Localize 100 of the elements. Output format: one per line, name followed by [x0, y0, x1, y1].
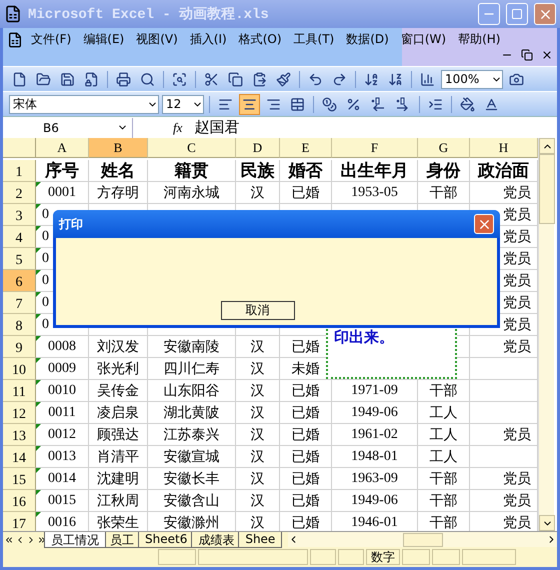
table-cell: 序号 [36, 160, 89, 182]
menu-item[interactable]: 数据(D) [342, 30, 393, 49]
dialog-close-button[interactable] [474, 214, 494, 234]
merge-cells-icon [290, 96, 305, 112]
chart-icon [420, 72, 435, 86]
row-header[interactable]: 17 [3, 512, 36, 531]
workbook-icon [7, 32, 23, 48]
column-header[interactable]: F [332, 138, 418, 158]
menu-item[interactable]: 窗口(W) [396, 30, 450, 49]
table-cell: 0015 [36, 490, 89, 512]
row-header[interactable]: 6 [3, 270, 36, 292]
menu-item[interactable]: 帮助(H) [454, 30, 504, 49]
status-panel [310, 549, 336, 565]
table-cell: 已婚 [280, 468, 332, 490]
table-cell: 籍贯 [148, 160, 236, 182]
column-header[interactable]: E [280, 138, 332, 158]
font-dropdown[interactable]: 宋体 [9, 94, 159, 114]
function-label[interactable]: fx [173, 120, 182, 136]
table-cell: 1948-01 [332, 446, 418, 468]
row-header[interactable]: 10 [3, 358, 36, 380]
row-header[interactable]: 12 [3, 402, 36, 424]
close-button[interactable] [534, 3, 556, 25]
menu-item[interactable]: 文件(F) [27, 30, 76, 49]
table-cell: 0014 [36, 468, 89, 490]
sort-descending-icon [388, 72, 403, 86]
window-title: Microsoft Excel - 动画教程.xls [28, 6, 270, 23]
sort-ascending-icon [364, 72, 379, 86]
table-cell: 汉 [236, 358, 280, 380]
save-icon [60, 72, 75, 86]
status-panel [402, 549, 430, 565]
copy-icon [228, 72, 243, 86]
row-header[interactable]: 4 [3, 226, 36, 248]
table-cell: 张光利 [89, 358, 148, 380]
row-header[interactable]: 13 [3, 424, 36, 446]
undo-icon [308, 72, 323, 86]
status-panel [432, 549, 460, 565]
column-header[interactable]: B [89, 138, 148, 158]
spreadsheet-icon [4, 5, 22, 23]
table-cell: 1953-05 [332, 182, 418, 204]
restore-icon [521, 49, 533, 61]
zoom-dropdown[interactable]: 100% [441, 70, 503, 88]
camera-icon [509, 72, 524, 86]
table-cell: 干部 [418, 468, 470, 490]
row-header[interactable]: 11 [3, 380, 36, 402]
column-header[interactable]: H [470, 138, 538, 158]
table-cell: 0013 [36, 446, 89, 468]
column-header[interactable]: D [236, 138, 280, 158]
menu-item[interactable]: 视图(V) [132, 30, 182, 49]
table-cell: 四川仁寿 [148, 358, 236, 380]
vertical-scrollbar[interactable] [538, 138, 554, 531]
sheet-tab[interactable]: Shee [238, 532, 282, 548]
horizontal-scrollbar[interactable] [288, 532, 557, 548]
scroll-down-button[interactable] [539, 515, 555, 531]
row-header[interactable]: 3 [3, 204, 36, 226]
table-cell: 出生年月 [332, 160, 418, 182]
table-cell: 干部 [418, 182, 470, 204]
menu-item[interactable]: 编辑(E) [79, 30, 128, 49]
column-header[interactable]: C [148, 138, 236, 158]
table-cell: 方存明 [89, 182, 148, 204]
cancel-button[interactable]: 取消 [220, 301, 294, 320]
row-header[interactable]: 2 [3, 182, 36, 204]
folder-icon [36, 72, 51, 86]
row-header[interactable]: 7 [3, 292, 36, 314]
row-header[interactable]: 5 [3, 248, 36, 270]
table-cell: 工人 [418, 424, 470, 446]
row-header[interactable]: 9 [3, 336, 36, 358]
table-cell: 汉 [236, 468, 280, 490]
table-cell: 河南永城 [148, 182, 236, 204]
table-cell: 汉 [236, 182, 280, 204]
row-header[interactable]: 8 [3, 314, 36, 336]
table-cell: 0010 [36, 380, 89, 402]
menu-item[interactable]: 工具(T) [290, 30, 338, 49]
table-cell: 汉 [236, 446, 280, 468]
row-header[interactable]: 14 [3, 446, 36, 468]
scroll-thumb[interactable] [402, 532, 443, 546]
scroll-up-button[interactable] [539, 138, 555, 154]
formula-field[interactable]: 赵国君 [194, 118, 240, 137]
row-header[interactable]: 15 [3, 468, 36, 490]
align-left-icon [218, 96, 233, 112]
align-center-button[interactable] [239, 94, 260, 114]
menu-item[interactable]: 插入(I) [186, 30, 231, 49]
printer-icon [116, 72, 131, 86]
column-header[interactable]: G [418, 138, 470, 158]
scroll-thumb[interactable] [539, 154, 555, 224]
sheet-tab[interactable]: 员工情况 [44, 532, 106, 548]
redo-icon [332, 72, 347, 86]
font-size-dropdown[interactable]: 12 [162, 94, 204, 114]
row-header[interactable]: 1 [3, 160, 36, 182]
column-header[interactable]: A [36, 138, 89, 158]
table-cell: 0009 [36, 358, 89, 380]
table-cell: 汉 [236, 380, 280, 402]
table-cell: 1949-06 [332, 490, 418, 512]
first-icon [4, 534, 14, 544]
align-right-icon [266, 96, 281, 112]
menu-item[interactable]: 格式(O) [234, 30, 286, 49]
search-icon [140, 72, 155, 86]
row-header[interactable]: 16 [3, 490, 36, 512]
table-cell: 已婚 [280, 424, 332, 446]
status-panel [158, 549, 196, 565]
table-cell: 凌启泉 [89, 402, 148, 424]
